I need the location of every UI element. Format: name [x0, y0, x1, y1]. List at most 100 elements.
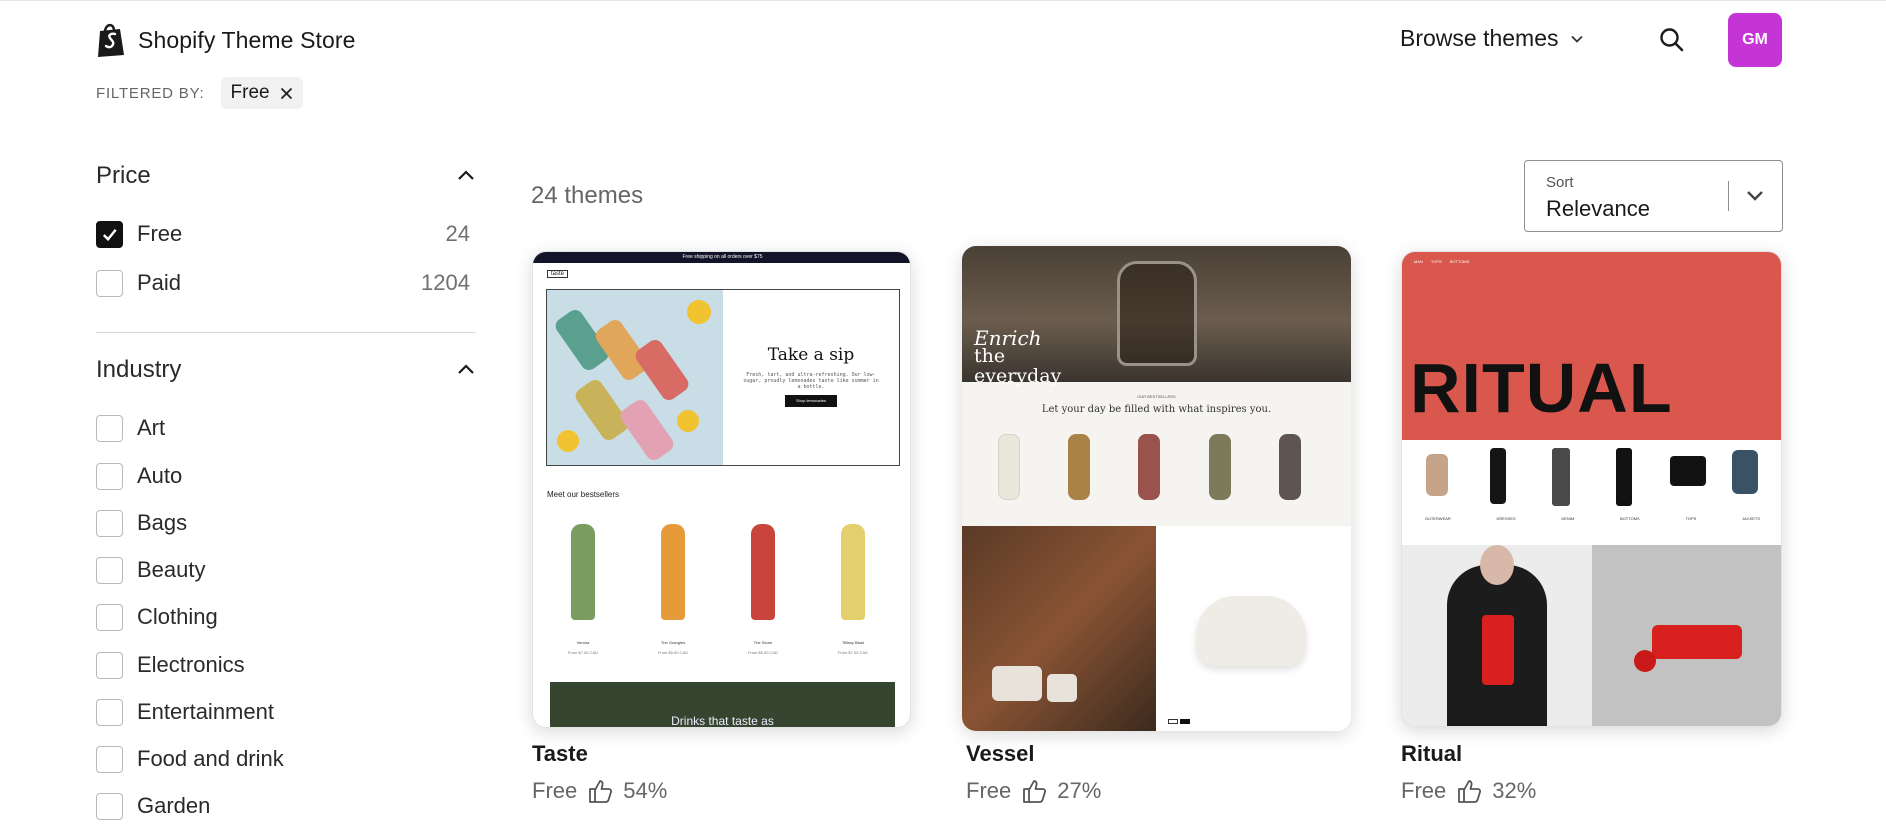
product-price: From $6.50 CAD — [747, 650, 778, 655]
theme-price: Free — [966, 778, 1012, 803]
price-facet-header[interactable]: Price — [96, 162, 476, 190]
product-image — [1592, 545, 1781, 726]
kitchen-image — [962, 526, 1156, 731]
option-label: Garden — [137, 793, 211, 818]
ritual-hero: MAN TOPS BOTTOMS RITUAL — [1402, 252, 1781, 440]
checkbox[interactable] — [96, 462, 123, 490]
product-name: Verona — [576, 640, 590, 645]
option-label: Free — [137, 221, 183, 246]
preview-footer-banner: Drinks that taste as — [550, 682, 895, 727]
chevron-up-icon — [458, 170, 474, 180]
hero-title: Take a sip — [767, 345, 855, 365]
browse-themes-menu[interactable]: Browse themes — [1400, 25, 1585, 52]
industry-option-food-and-drink[interactable]: Food and drink — [96, 744, 470, 774]
industry-option-auto[interactable]: Auto — [96, 461, 470, 491]
section-title: Meet our bestsellers — [547, 490, 620, 499]
product-image — [1156, 526, 1351, 731]
theme-preview-vessel[interactable]: Enrich the everyday OUR BESTSELLERS Let … — [962, 246, 1351, 731]
product-name: The Stone — [753, 640, 773, 645]
option-label: Bags — [137, 510, 188, 535]
hero-button: Shop lemonades — [785, 395, 837, 407]
checkbox-free[interactable] — [96, 220, 123, 248]
theme-preview-ritual[interactable]: MAN TOPS BOTTOMS RITUAL OUTERWEAR DRESSE… — [1401, 251, 1782, 727]
chevron-down-icon — [1747, 191, 1763, 201]
filter-chip-label: Free — [230, 82, 270, 103]
close-icon[interactable] — [280, 87, 293, 100]
industry-option-beauty[interactable]: Beauty — [96, 555, 470, 585]
sort-select[interactable]: Sort Relevance — [1524, 160, 1783, 232]
hero-body: Fresh, tart, and ultra-refreshing. Our l… — [743, 372, 879, 390]
checkbox[interactable] — [96, 509, 123, 537]
checkbox[interactable] — [96, 414, 123, 442]
price-option-free[interactable]: Free 24 — [96, 219, 470, 249]
price-option-paid[interactable]: Paid 1204 — [96, 268, 470, 298]
theme-meta: Free 54% — [532, 778, 667, 804]
active-filters: FILTERED BY: Free — [96, 77, 303, 109]
option-label: Paid — [137, 270, 182, 295]
preview-nav: MAN TOPS BOTTOMS — [1414, 259, 1470, 264]
industry-option-garden[interactable]: Garden — [96, 791, 470, 821]
option-label: Electronics — [137, 652, 245, 677]
theme-price: Free — [532, 778, 578, 803]
user-avatar[interactable]: GM — [1728, 13, 1782, 67]
checkbox[interactable] — [96, 792, 123, 820]
option-count: 24 — [445, 221, 470, 246]
checkbox-paid[interactable] — [96, 269, 123, 297]
product-price: From $5.00 CAD — [657, 650, 688, 655]
industry-option-art[interactable]: Art — [96, 413, 470, 443]
industry-option-clothing[interactable]: Clothing — [96, 602, 470, 632]
industry-option-bags[interactable]: Bags — [96, 508, 470, 538]
option-label: Beauty — [137, 557, 206, 582]
chevron-down-icon — [1570, 35, 1583, 43]
theme-rating: 32% — [1492, 778, 1537, 803]
chevron-up-icon — [458, 364, 474, 374]
search-icon[interactable] — [1657, 25, 1687, 55]
sort-separator — [1728, 181, 1729, 211]
theme-name[interactable]: Ritual — [1401, 741, 1462, 767]
option-label: Auto — [137, 463, 183, 488]
theme-meta: Free 32% — [1401, 778, 1536, 804]
theme-rating: 54% — [623, 778, 668, 803]
facet-divider — [96, 332, 476, 333]
product-name: Tiffany Blast — [842, 640, 864, 645]
preview-hero: Take a sip Fresh, tart, and ultra-refres… — [546, 289, 900, 466]
hero-image — [547, 290, 723, 465]
checkbox[interactable] — [96, 698, 123, 726]
model-image — [1402, 545, 1592, 726]
section-eyebrow: OUR BESTSELLERS — [1137, 394, 1176, 399]
checkbox[interactable] — [96, 556, 123, 584]
theme-name[interactable]: Vessel — [966, 741, 1035, 767]
theme-name[interactable]: Taste — [532, 741, 588, 767]
checkbox[interactable] — [96, 745, 123, 773]
hero-title: the everyday — [974, 345, 1062, 387]
industry-facet-title: Industry — [96, 356, 182, 383]
option-label: Food and drink — [137, 746, 284, 771]
theme-preview-taste[interactable]: Free shipping on all orders over $75 tas… — [532, 251, 911, 728]
shopify-bag-icon — [98, 23, 124, 57]
option-count: 1204 — [421, 270, 470, 295]
theme-rating: 27% — [1057, 778, 1102, 803]
industry-option-electronics[interactable]: Electronics — [96, 650, 470, 680]
hero-title: RITUAL — [1410, 349, 1673, 427]
theme-meta: Free 27% — [966, 778, 1101, 804]
brand-logo[interactable]: Shopify Theme Store — [96, 21, 356, 59]
checkbox[interactable] — [96, 651, 123, 679]
price-facet-title: Price — [96, 162, 151, 189]
checkbox[interactable] — [96, 603, 123, 631]
option-label: Clothing — [137, 604, 218, 629]
industry-facet-header[interactable]: Industry — [96, 356, 476, 384]
filtered-by-label: FILTERED BY: — [96, 84, 205, 102]
section-title: Let your day be filled with what inspire… — [1041, 404, 1272, 415]
filter-chip-free[interactable]: Free — [220, 77, 303, 109]
preview-brand: taste — [547, 270, 569, 278]
product-price: From $7.00 CAD — [837, 650, 868, 655]
category-labels: OUTERWEAR DRESSES DENIM BOTTOMS TOPS JAC… — [1424, 516, 1761, 521]
results-count: 24 themes — [531, 182, 644, 209]
thumbs-up-icon — [1023, 780, 1047, 803]
thumbs-up-icon — [589, 780, 613, 803]
option-label: Entertainment — [137, 699, 274, 724]
industry-option-entertainment[interactable]: Entertainment — [96, 697, 470, 727]
sort-value: Relevance — [1546, 196, 1650, 221]
theme-price: Free — [1401, 778, 1447, 803]
thumbs-up-icon — [1458, 780, 1482, 803]
